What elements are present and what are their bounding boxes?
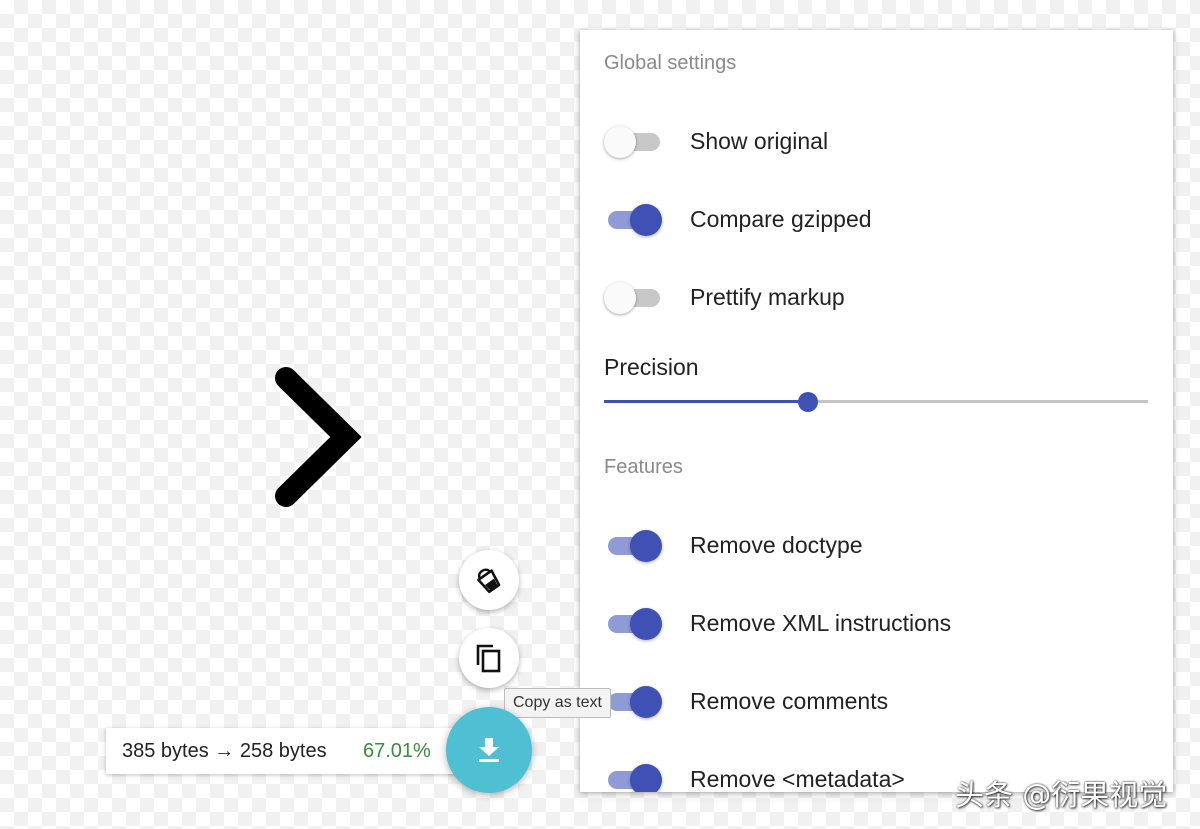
copy-tooltip: Copy as text [504,688,611,718]
copy-icon [476,644,501,673]
slider-fill [604,400,808,403]
chevron-right-icon [275,367,362,507]
download-button[interactable] [446,707,532,793]
remove-metadata-switch[interactable] [604,764,662,792]
toggle-row-remove-doctype[interactable]: Remove doctype [604,526,1164,566]
toggle-row-compare-gzipped[interactable]: Compare gzipped [604,200,1164,240]
compare-gzipped-label: Compare gzipped [690,206,872,232]
compare-gzipped-switch[interactable] [604,204,662,236]
copy-button[interactable] [459,628,519,688]
precision-label: Precision [604,354,699,380]
remove-doctype-label: Remove doctype [690,532,863,558]
download-icon [479,738,499,762]
size-comparison: 385 bytes → 258 bytes [122,740,327,762]
toggle-row-remove-xml-instructions[interactable]: Remove XML instructions [604,604,1164,644]
toggle-row-show-original[interactable]: Show original [604,122,1164,162]
settings-panel: Global settings Show original Compare gz… [580,30,1173,792]
remove-xml-instructions-label: Remove XML instructions [690,610,952,636]
prettify-markup-switch[interactable] [604,282,662,314]
savings-percent: 67.01% [363,740,431,762]
toggle-row-remove-comments[interactable]: Remove comments [604,682,1164,722]
background-toggle-button[interactable] [459,550,519,610]
remove-metadata-label: Remove <metadata> [690,766,905,792]
remove-doctype-switch[interactable] [604,530,662,562]
show-original-switch[interactable] [604,126,662,158]
slider-thumb[interactable] [798,392,818,412]
remove-comments-switch[interactable] [604,686,662,718]
toggle-row-prettify-markup[interactable]: Prettify markup [604,278,1164,318]
prettify-markup-label: Prettify markup [690,284,845,310]
results-bar: 385 bytes → 258 bytes 67.01% [106,728,456,774]
global-settings-title: Global settings [604,52,737,74]
show-original-label: Show original [690,128,829,154]
features-title: Features [604,456,683,478]
remove-comments-label: Remove comments [690,688,889,714]
remove-xml-instructions-switch[interactable] [604,608,662,640]
watermark: 头条 @衍果视觉 [955,778,1168,812]
paint-bucket-icon [477,568,501,594]
precision-slider[interactable] [604,390,1148,414]
